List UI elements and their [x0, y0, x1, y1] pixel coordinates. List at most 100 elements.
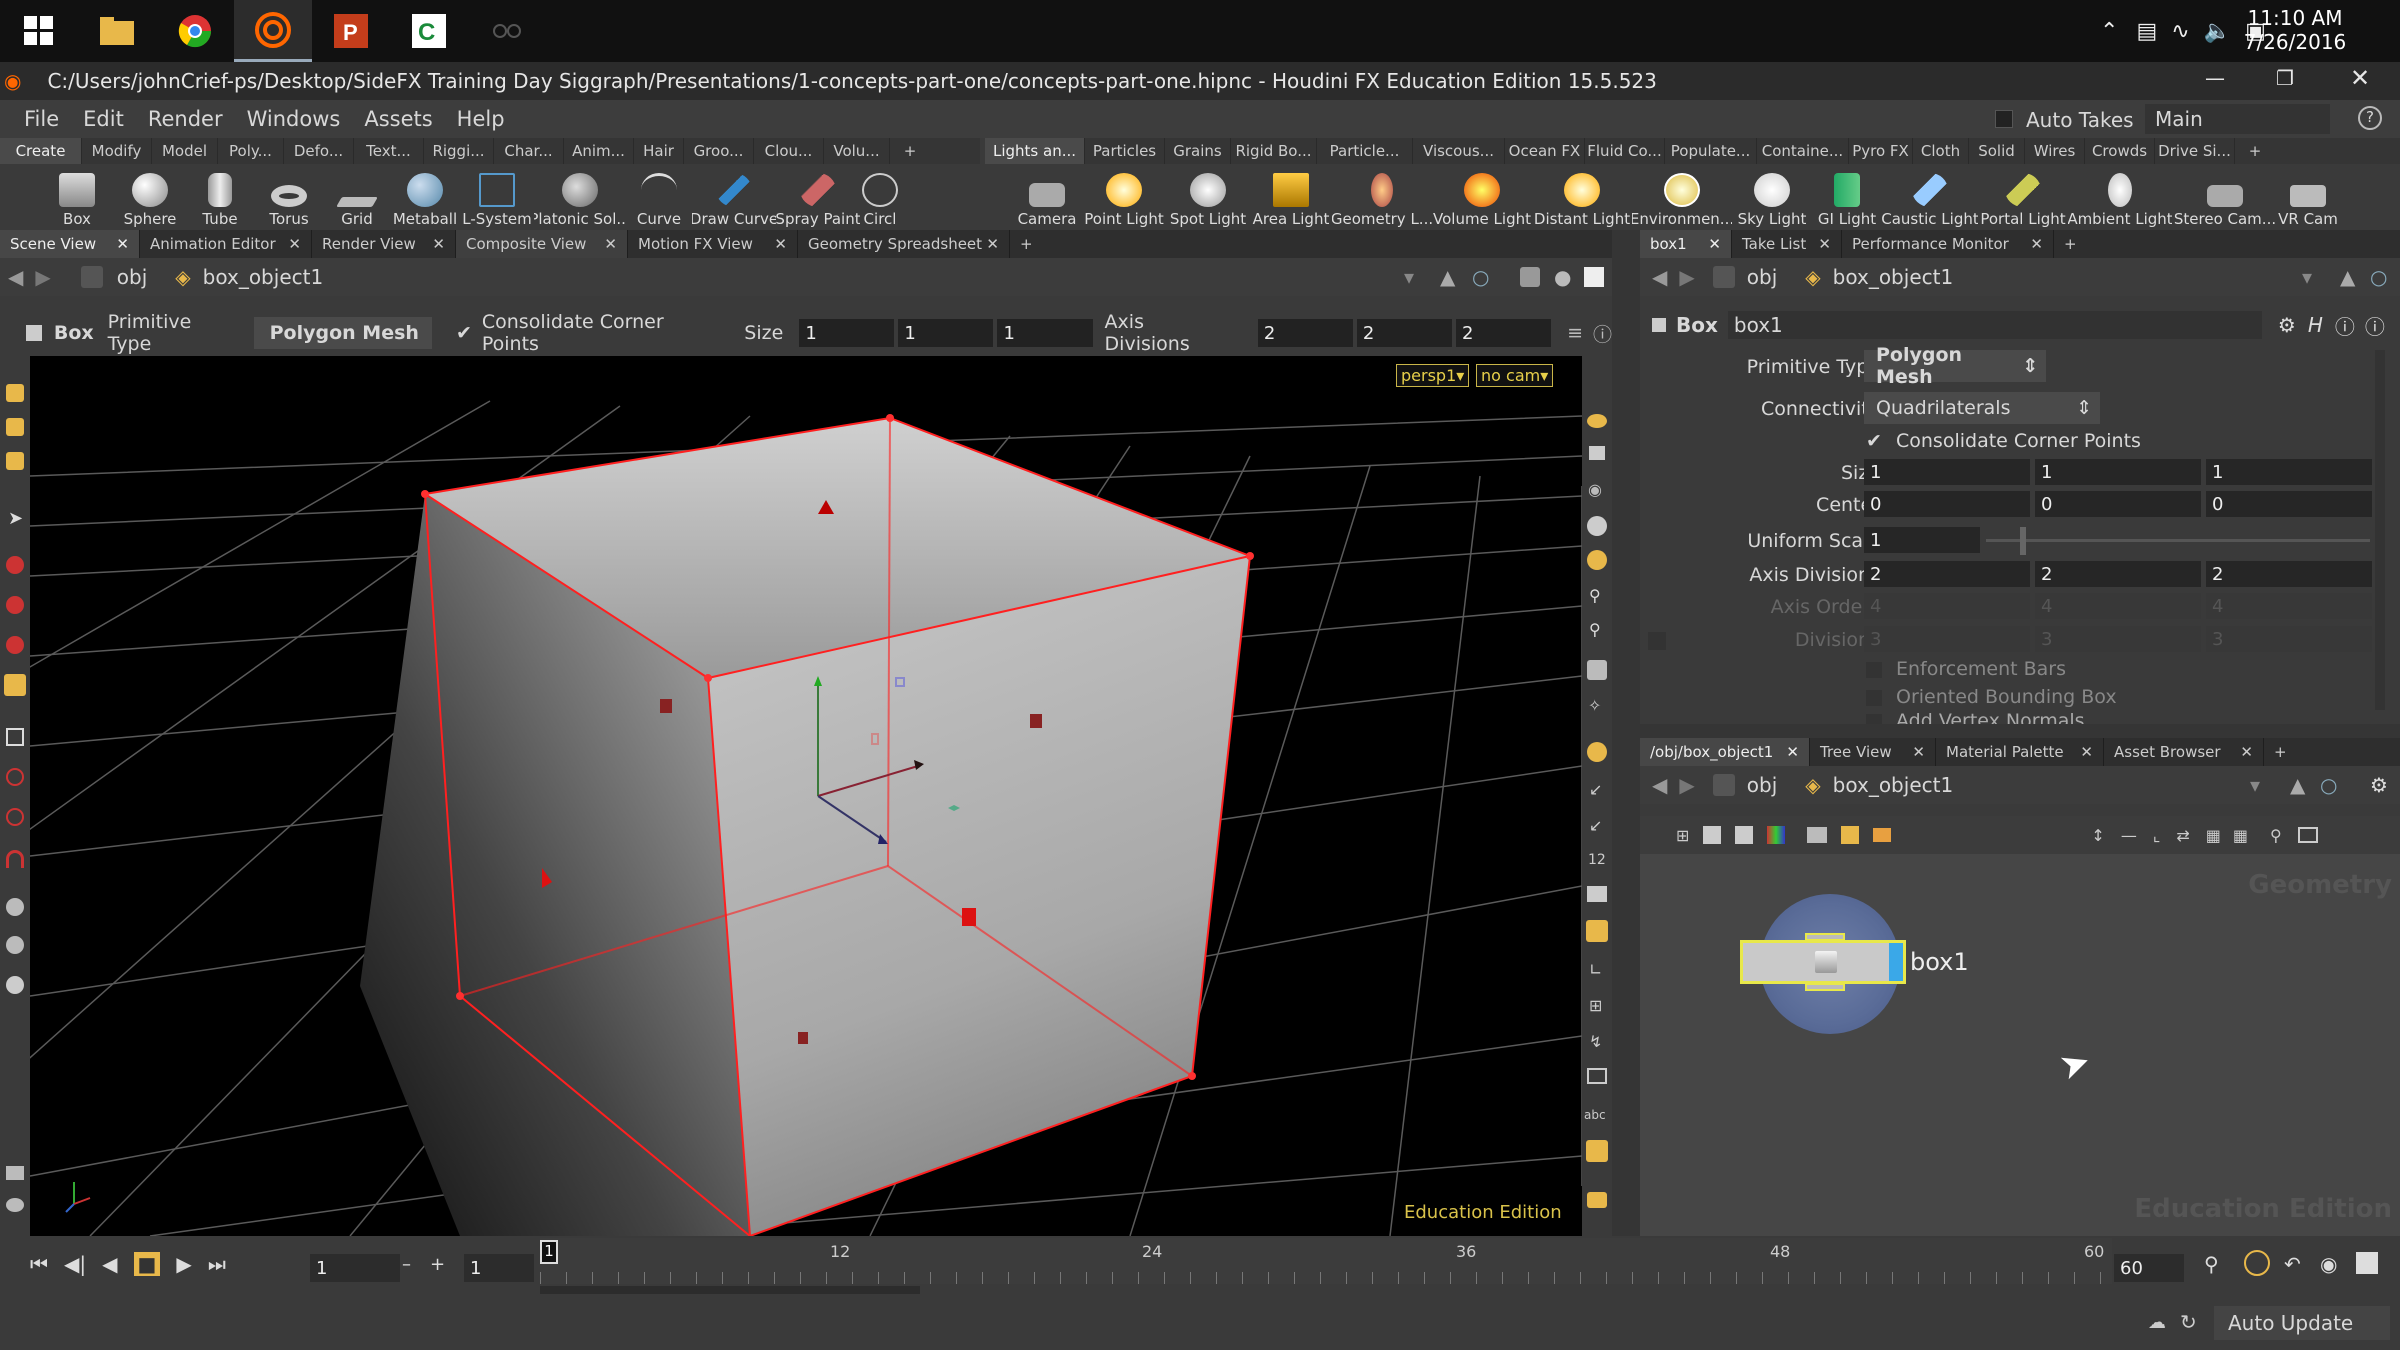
- back-arrow-icon[interactable]: ◀: [1652, 773, 1667, 797]
- pen-icon[interactable]: [468, 0, 546, 62]
- size-y-field[interactable]: 1: [2035, 459, 2201, 485]
- center-y-field[interactable]: 0: [2035, 491, 2201, 517]
- tool-spray-paint[interactable]: Spray Paint: [776, 166, 860, 228]
- close-icon[interactable]: ✕: [1912, 743, 1925, 761]
- tab-motion-fx-view[interactable]: Motion FX View ✕: [628, 230, 798, 258]
- path-node[interactable]: box_object1: [1833, 773, 1954, 797]
- step-back-icon[interactable]: ◀|: [64, 1252, 86, 1276]
- tab-composite-view[interactable]: Composite View ✕: [456, 230, 628, 258]
- lasso-icon[interactable]: [6, 768, 24, 786]
- grid-points-icon[interactable]: ▦: [2206, 826, 2221, 845]
- uniform-scale-field[interactable]: 1: [1864, 527, 1980, 553]
- help-icon[interactable]: ?: [2358, 106, 2382, 130]
- powerpoint-icon[interactable]: P: [312, 0, 390, 62]
- hda-icon[interactable]: H: [2308, 313, 2323, 337]
- tab-geometry-spreadsheet[interactable]: Geometry Spreadsheet ✕: [798, 230, 1010, 258]
- global-anim-options-icon[interactable]: [2356, 1252, 2378, 1274]
- tool-stereo-camera[interactable]: Stereo Cam...: [2172, 166, 2278, 228]
- display-flag[interactable]: [1889, 943, 1903, 981]
- shelf-tab-wires[interactable]: Wires: [2025, 138, 2085, 164]
- jump-end-icon[interactable]: ⏭: [208, 1252, 226, 1276]
- shelf-tab-deform[interactable]: Defo...: [284, 138, 354, 164]
- measure-icon[interactable]: ↯: [1589, 1032, 1602, 1051]
- windows-start-icon[interactable]: [0, 0, 78, 62]
- tool-portal-light[interactable]: Portal Light: [1978, 166, 2068, 228]
- list-icon[interactable]: [1703, 826, 1722, 844]
- minimize-button[interactable]: —: [2205, 66, 2225, 90]
- prim-numbers-icon[interactable]: [1587, 886, 1607, 902]
- shelf-tab-hair[interactable]: Hair: [634, 138, 684, 164]
- text-label-icon[interactable]: abc: [1584, 1108, 1606, 1122]
- battery-icon[interactable]: ▤: [2136, 19, 2157, 44]
- image-icon[interactable]: [1807, 827, 1828, 843]
- menu-edit[interactable]: Edit: [83, 107, 124, 131]
- search-icon[interactable]: ⚲: [2270, 826, 2282, 845]
- palette-icon[interactable]: [1767, 826, 1786, 844]
- tool-geometry-light[interactable]: Geometry L...: [1332, 166, 1432, 228]
- close-icon[interactable]: ✕: [116, 235, 129, 253]
- axis-div-y-field[interactable]: 2: [2035, 561, 2201, 587]
- link-icon[interactable]: ○: [1472, 265, 1489, 289]
- close-icon[interactable]: ✕: [774, 235, 787, 253]
- shelf-tab-pyro[interactable]: Pyro FX: [1849, 138, 1913, 164]
- tool-sky-light[interactable]: Sky Light: [1732, 166, 1812, 228]
- menu-assets[interactable]: Assets: [364, 107, 432, 131]
- uniform-scale-slider[interactable]: [1986, 539, 2370, 542]
- shelf-tab-clouds[interactable]: Clou...: [754, 138, 824, 164]
- path-dropdown-icon[interactable]: ▾: [1404, 265, 1414, 289]
- bounding-box-icon[interactable]: [1587, 1068, 1607, 1084]
- forward-arrow-icon[interactable]: ▶: [1679, 265, 1694, 289]
- houdini-icon[interactable]: [234, 0, 312, 62]
- pin-icon[interactable]: ▲: [2290, 773, 2305, 797]
- point-numbers-icon[interactable]: 12: [1588, 852, 1606, 868]
- tool-gi-light[interactable]: GI Light: [1812, 166, 1882, 228]
- gear-icon[interactable]: ⚙: [2370, 773, 2388, 797]
- audio-icon[interactable]: ◉: [2320, 1252, 2337, 1276]
- light-icon[interactable]: [1587, 550, 1607, 570]
- tab-scene-view[interactable]: Scene View ✕: [0, 230, 140, 258]
- close-icon[interactable]: ✕: [1786, 743, 1799, 761]
- magnet-icon[interactable]: [6, 850, 24, 868]
- size-x-field[interactable]: 1: [799, 319, 895, 347]
- snapping-icon[interactable]: ∟: [1589, 960, 1602, 979]
- tool-ambient-light[interactable]: Ambient Light: [2068, 166, 2172, 228]
- size-z-field[interactable]: 1: [2206, 459, 2372, 485]
- network-icon[interactable]: [1712, 266, 1735, 288]
- prim-normals-icon[interactable]: ↙: [1589, 780, 1602, 799]
- close-icon[interactable]: ✕: [986, 235, 999, 253]
- camera-menu[interactable]: persp1▾: [1396, 364, 1470, 387]
- tool-box[interactable]: Box: [40, 166, 114, 228]
- network-editor[interactable]: Geometry Education Edition box1 ➤: [1640, 854, 2400, 1236]
- vertex-normals-checkbox[interactable]: [1866, 714, 1882, 724]
- shelf-tab-drive-sim[interactable]: Drive Si...: [2155, 138, 2235, 164]
- shelf-tab-containers[interactable]: Containe...: [1757, 138, 1849, 164]
- node-input-connector[interactable]: [1805, 933, 1845, 941]
- shelf-tab-grooming[interactable]: Groo...: [684, 138, 754, 164]
- close-icon[interactable]: ✕: [432, 235, 445, 253]
- file-explorer-icon[interactable]: [78, 0, 156, 62]
- camtasia-icon[interactable]: C: [390, 0, 468, 62]
- axis-div-x-field[interactable]: 2: [1257, 319, 1353, 347]
- wifi-icon[interactable]: ∿: [2171, 19, 2189, 44]
- render-region-icon[interactable]: [6, 1198, 24, 1212]
- snapshot-icon[interactable]: [2297, 827, 2318, 843]
- forward-arrow-icon[interactable]: ▶: [1679, 773, 1694, 797]
- pose-icon[interactable]: [6, 728, 24, 746]
- viewport-canvas[interactable]: [30, 356, 1582, 1236]
- add-tab-icon[interactable]: +: [2054, 230, 2094, 258]
- move-icon[interactable]: [6, 556, 24, 574]
- refresh-icon[interactable]: ↻: [2180, 1310, 2197, 1334]
- tool-volume-light[interactable]: Volume Light: [1432, 166, 1532, 228]
- size-y-field[interactable]: 1: [898, 319, 994, 347]
- normals-icon[interactable]: [1587, 742, 1607, 762]
- add-shelf-tab-icon[interactable]: +: [2235, 138, 2275, 164]
- fullscreen-icon[interactable]: [1584, 267, 1604, 287]
- node-name-field[interactable]: box1: [1727, 311, 2262, 339]
- tool-vr-camera[interactable]: VR Cam: [2278, 166, 2338, 228]
- cloud-icon[interactable]: ☁: [2148, 1312, 2166, 1333]
- primitive-type-select[interactable]: Polygon Mesh: [253, 317, 432, 349]
- close-icon[interactable]: ✕: [2030, 235, 2043, 253]
- tree-icon[interactable]: ⊞: [1676, 826, 1689, 845]
- view-options-icon[interactable]: [1520, 267, 1540, 287]
- close-icon[interactable]: ✕: [1818, 235, 1831, 253]
